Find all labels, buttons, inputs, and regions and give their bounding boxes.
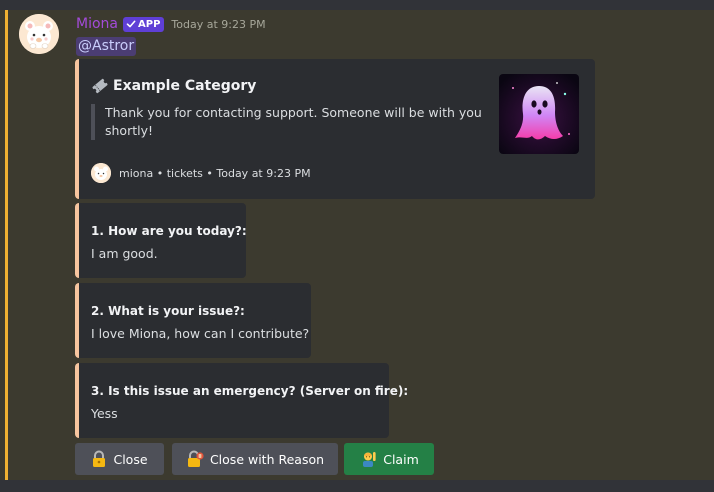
embed-footer: miona • tickets • Today at 9:23 PM — [91, 163, 311, 183]
field-name: 1. How are you today?: — [91, 224, 247, 238]
lock-icon — [93, 450, 106, 467]
raising-hand-person-icon — [363, 452, 376, 467]
ticket-embed: Example Category Thank you for contactin… — [75, 59, 595, 199]
user-mention[interactable]: @Astror — [76, 37, 137, 56]
footer-avatar — [91, 163, 111, 183]
close-with-reason-label: Close with Reason — [209, 451, 325, 467]
message-header: Miona APP Today at 9:23 PM — [76, 15, 266, 33]
verified-check-icon — [126, 20, 136, 28]
lock-with-pen-icon — [187, 450, 204, 467]
bot-avatar[interactable] — [19, 14, 59, 54]
close-button-label: Close — [113, 451, 148, 467]
field-value: I love Miona, how can I contribute? — [91, 326, 310, 341]
claim-button-label: Claim — [383, 451, 419, 467]
username[interactable]: Miona — [76, 16, 118, 32]
field-name: 3. Is this issue an emergency? (Server o… — [91, 384, 409, 398]
app-badge-label: APP — [138, 18, 161, 30]
mention-highlight-bar — [5, 10, 8, 480]
field-value: Yess — [91, 406, 118, 421]
question-embed: 3. Is this issue an emergency? (Server o… — [75, 363, 408, 438]
ticket-icon — [92, 78, 108, 94]
bear-avatar-icon — [91, 163, 111, 183]
embed-thumbnail[interactable] — [499, 74, 579, 154]
field-name: 2. What is your issue?: — [91, 304, 245, 318]
embed-description: Thank you for contacting support. Someon… — [91, 104, 485, 140]
embed-title: Example Category — [91, 77, 256, 95]
close-button[interactable]: Close — [75, 443, 164, 475]
field-value: I am good. — [91, 246, 158, 261]
message-timestamp[interactable]: Today at 9:23 PM — [171, 18, 265, 31]
claim-button[interactable]: Claim — [344, 443, 434, 475]
question-embed: 2. What is your issue?: I love Miona, ho… — [75, 283, 311, 358]
question-embed: 1. How are you today?: I am good. — [75, 203, 247, 278]
channel-bottom-strip — [0, 480, 714, 492]
app-badge: APP — [123, 16, 165, 32]
close-with-reason-button[interactable]: Close with Reason — [172, 443, 338, 475]
channel-top-strip — [0, 0, 714, 10]
embed-footer-text: miona • tickets • Today at 9:23 PM — [119, 166, 311, 180]
embed-title-text: Example Category — [113, 78, 257, 94]
ghost-image-icon — [499, 74, 579, 154]
bear-avatar-icon — [19, 14, 59, 54]
